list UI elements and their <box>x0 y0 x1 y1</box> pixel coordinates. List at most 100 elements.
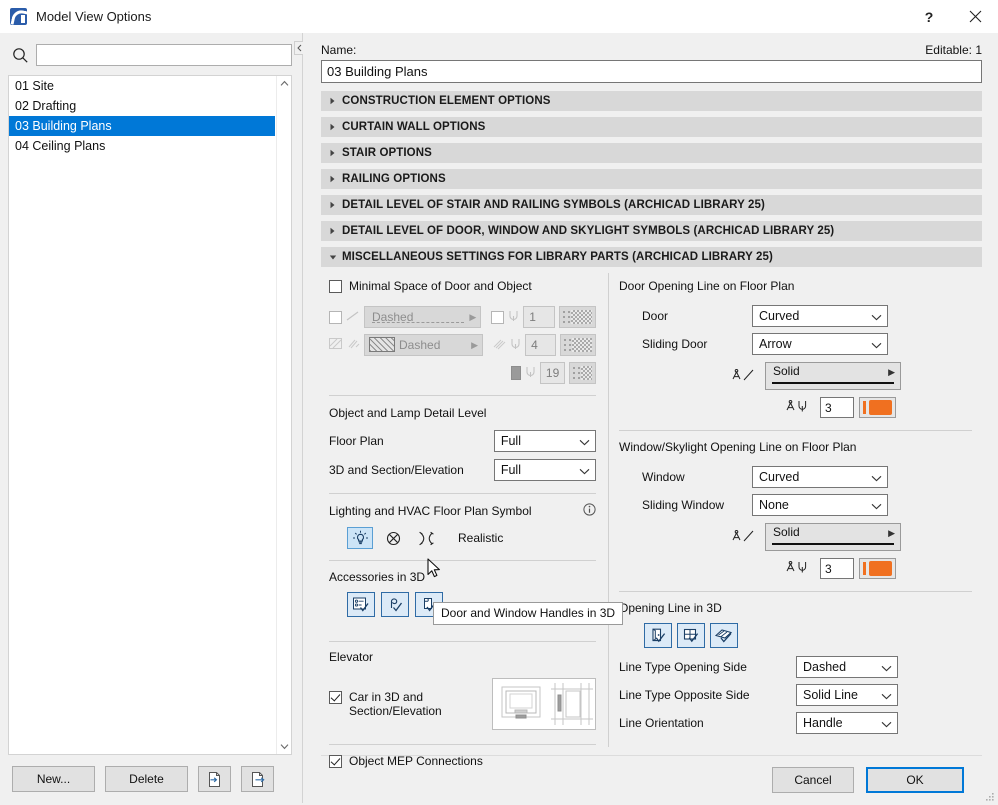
pen-weight-icon <box>786 560 814 577</box>
export-button[interactable] <box>241 766 274 792</box>
dialog-body: 01 Site 02 Drafting 03 Building Plans 04… <box>0 33 998 803</box>
background-pen-color-swatch <box>568 362 596 384</box>
window-pen-row: 3 <box>619 558 982 579</box>
profiles-scrollbar[interactable] <box>276 76 291 754</box>
window-linetype-field[interactable]: Solid ▶ <box>765 523 901 551</box>
railing-accessories-icon[interactable] <box>381 592 409 617</box>
name-input[interactable] <box>321 60 982 83</box>
line-type-opening-row: Line Type Opening Side Dashed <box>619 656 982 678</box>
chevron-right-icon: ▶ <box>888 528 895 538</box>
window-pen-color-swatch[interactable] <box>859 558 896 579</box>
tooltip: Door and Window Handles in 3D <box>433 602 624 625</box>
cancel-button[interactable]: Cancel <box>772 766 854 793</box>
car-label-line1: Car in 3D and <box>349 690 424 704</box>
window-controls: ? <box>906 0 998 33</box>
door-linetype-field[interactable]: Solid ▶ <box>765 362 901 390</box>
line-orientation-value: Handle <box>803 716 843 730</box>
section-miscellaneous-settings[interactable]: MISCELLANEOUS SETTINGS FOR LIBRARY PARTS… <box>321 247 982 267</box>
linetype-preview <box>772 543 894 545</box>
fill-hatch-icon <box>329 337 343 353</box>
window-pen-number[interactable]: 3 <box>820 558 854 579</box>
door-row: Door Curved <box>619 305 982 327</box>
sliding-window-select[interactable]: None <box>752 494 888 516</box>
fill-pen-hatch-icon <box>493 337 506 353</box>
opening-line-3d-group-label: Opening Line in 3D <box>619 601 722 615</box>
list-item[interactable]: 02 Drafting <box>9 96 275 116</box>
section-railing-options[interactable]: RAILING OPTIONS <box>321 169 982 189</box>
close-button[interactable] <box>952 0 998 33</box>
window-value: Curved <box>759 470 800 484</box>
list-item[interactable]: 01 Site <box>9 76 275 96</box>
sliding-door-select[interactable]: Arrow <box>752 333 888 355</box>
checkbox-box <box>329 280 342 293</box>
minimal-space-line-row: Dashed ▶ 1 <box>329 306 596 328</box>
delete-button[interactable]: Delete <box>105 766 188 792</box>
chevron-right-icon <box>329 149 342 157</box>
linetype-preview <box>772 382 894 384</box>
search-input[interactable] <box>36 44 292 66</box>
ok-button[interactable]: OK <box>866 766 964 793</box>
floor-plan-row: Floor Plan Full <box>329 430 596 452</box>
window-select[interactable]: Curved <box>752 466 888 488</box>
sliding-door-row: Sliding Door Arrow <box>619 333 982 355</box>
line-type-opposite-select[interactable]: Solid Line <box>796 684 898 706</box>
section-curtain-wall-options[interactable]: CURTAIN WALL OPTIONS <box>321 117 982 137</box>
section-stair-options[interactable]: STAIR OPTIONS <box>321 143 982 163</box>
skylight-3d-icon[interactable] <box>710 623 738 648</box>
scroll-up-icon[interactable] <box>277 76 291 91</box>
section-construction-element-options[interactable]: CONSTRUCTION ELEMENT OPTIONS <box>321 91 982 111</box>
scroll-down-icon[interactable] <box>277 739 291 754</box>
list-item[interactable]: 04 Ceiling Plans <box>9 136 275 156</box>
car-in-3d-checkbox[interactable]: Car in 3D and Section/Elevation <box>329 690 492 718</box>
object-accessories-icon[interactable] <box>347 592 375 617</box>
chevron-right-icon: ▶ <box>469 311 477 322</box>
line-type-opening-select[interactable]: Dashed <box>796 656 898 678</box>
door-value: Curved <box>759 309 800 323</box>
object-mep-connections-checkbox[interactable]: Object MEP Connections <box>329 754 483 768</box>
pen-color-block <box>869 561 892 576</box>
swatch-checker <box>570 310 592 324</box>
divider <box>329 744 596 745</box>
minimal-space-fill-row: Dashed ▶ 4 <box>329 334 596 356</box>
list-item[interactable]: 03 Building Plans <box>9 116 275 136</box>
3d-section-select[interactable]: Full <box>493 459 596 481</box>
section-detail-level-door-window-skylight[interactable]: DETAIL LEVEL OF DOOR, WINDOW AND SKYLIGH… <box>321 221 982 241</box>
pen-weight-icon <box>508 309 519 325</box>
door-pen-color-swatch[interactable] <box>859 397 896 418</box>
divider <box>329 641 596 642</box>
window-3d-icon[interactable] <box>677 623 705 648</box>
door-opening-group-label: Door Opening Line on Floor Plan <box>619 279 795 293</box>
minimal-space-checkbox[interactable]: Minimal Space of Door and Object <box>329 279 532 293</box>
new-button[interactable]: New... <box>12 766 95 792</box>
help-button[interactable]: ? <box>906 0 952 33</box>
door-pen-number[interactable]: 3 <box>820 397 854 418</box>
floor-plan-select[interactable]: Full <box>493 430 596 452</box>
line-orientation-row: Line Orientation Handle <box>619 712 982 734</box>
chevron-right-icon <box>329 175 342 183</box>
3d-section-row: 3D and Section/Elevation Full <box>329 459 596 481</box>
search-icon <box>8 43 32 67</box>
chevron-down-icon <box>871 499 883 511</box>
import-button[interactable] <box>198 766 231 792</box>
3d-section-value: Full <box>500 463 521 477</box>
info-icon[interactable] <box>583 503 596 519</box>
section-title: STAIR OPTIONS <box>342 147 432 159</box>
crossed-circle-icon[interactable] <box>380 527 406 549</box>
sliding-window-label: Sliding Window <box>642 498 725 512</box>
chevron-down-icon <box>871 338 883 350</box>
import-icon <box>208 771 220 787</box>
section-detail-level-stair-railing[interactable]: DETAIL LEVEL OF STAIR AND RAILING SYMBOL… <box>321 195 982 215</box>
section-title: CONSTRUCTION ELEMENT OPTIONS <box>342 95 551 107</box>
door-3d-icon[interactable] <box>644 623 672 648</box>
line-orientation-select[interactable]: Handle <box>796 712 898 734</box>
pane-collapse-handle[interactable] <box>294 41 303 55</box>
close-icon <box>969 10 981 23</box>
chevron-right-icon <box>329 227 342 235</box>
lamp-realistic-icon[interactable] <box>347 527 373 549</box>
pen-weight-icon <box>525 365 536 381</box>
lens-symbol-icon[interactable] <box>413 527 439 549</box>
door-select[interactable]: Curved <box>752 305 888 327</box>
chevron-down-icon <box>329 254 342 261</box>
resize-grip[interactable] <box>985 791 995 801</box>
swatch-dots-icon <box>561 310 570 324</box>
